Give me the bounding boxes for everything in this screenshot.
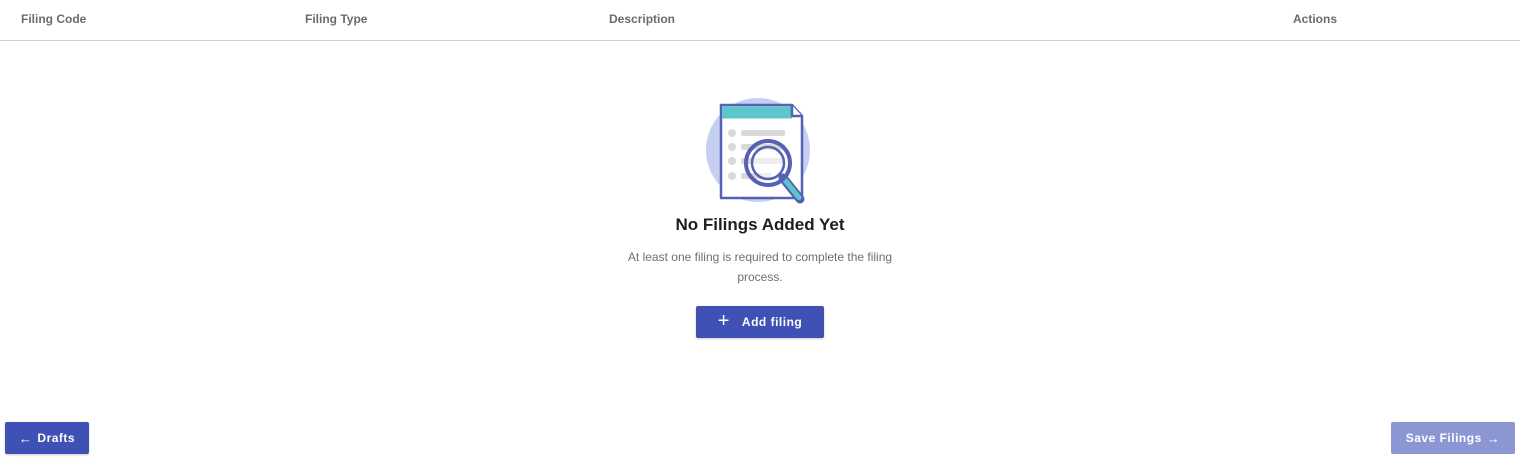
plus-icon: + xyxy=(717,310,730,332)
empty-state-title: No Filings Added Yet xyxy=(675,215,845,234)
drafts-back-button[interactable]: ← Drafts xyxy=(5,422,89,454)
empty-state-subtitle: At least one filing is required to compl… xyxy=(627,250,893,284)
filings-page: Filing Code Filing Type Description Acti… xyxy=(0,0,1525,470)
empty-state: No Filings Added Yet At least one filing… xyxy=(560,95,960,338)
arrow-right-icon: → xyxy=(1486,430,1501,446)
arrow-left-icon: ← xyxy=(18,430,33,446)
document-search-icon xyxy=(706,98,810,204)
add-filing-button[interactable]: + Add filing xyxy=(696,306,824,338)
drafts-label: Drafts xyxy=(37,431,76,445)
column-header-filing-type[interactable]: Filing Type xyxy=(305,12,367,26)
filings-table-header: Filing Code Filing Type Description Acti… xyxy=(0,0,1520,41)
column-header-filing-code[interactable]: Filing Code xyxy=(21,12,86,26)
column-header-actions: Actions xyxy=(1293,12,1338,26)
column-header-description[interactable]: Description xyxy=(609,12,675,26)
save-filings-button[interactable]: Save Filings → xyxy=(1391,422,1515,454)
save-filings-label: Save Filings xyxy=(1405,431,1482,445)
add-filing-label: Add filing xyxy=(741,315,803,329)
